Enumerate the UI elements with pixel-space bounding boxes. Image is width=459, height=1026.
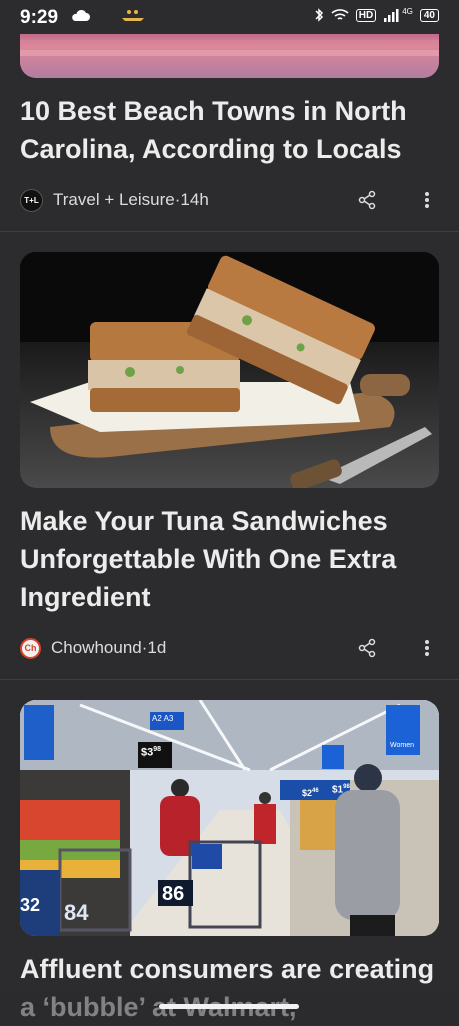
article-meta: T+L Travel + Leisure · 14h	[20, 188, 439, 212]
aisle-number: 86	[162, 883, 185, 905]
share-icon[interactable]	[357, 638, 377, 658]
article-age: 1d	[147, 638, 167, 657]
department-sign: Women	[390, 742, 414, 749]
share-icon[interactable]	[357, 190, 377, 210]
bluetooth-icon	[315, 8, 323, 22]
battery-indicator: 40	[419, 8, 439, 22]
card-divider	[0, 679, 459, 680]
more-vert-icon[interactable]	[423, 638, 431, 658]
publisher-logo[interactable]: T+L	[20, 188, 43, 212]
more-vert-icon[interactable]	[423, 190, 431, 210]
article-title[interactable]: Make Your Tuna Sandwiches Unforgettable …	[20, 502, 439, 616]
article-meta: Ch Chowhound · 1d	[20, 636, 439, 660]
article-age: 14h	[180, 190, 209, 209]
aisle-number: 32	[20, 895, 41, 915]
article-image-tuna-sandwich[interactable]	[20, 252, 439, 488]
publisher-name[interactable]: Travel + Leisure	[53, 190, 175, 210]
cloud-icon	[72, 9, 90, 21]
hd-badge: HD	[355, 8, 377, 22]
aisle-sign: A2 A3	[152, 714, 174, 723]
boat-notification-icon	[122, 10, 144, 21]
status-icons: HD 4G 40	[314, 7, 439, 23]
publisher-logo[interactable]: Ch	[20, 637, 41, 659]
card-divider	[0, 231, 459, 232]
network-type: 4G	[402, 6, 413, 16]
store-price-sign: $198	[332, 784, 350, 796]
signal-icon	[384, 9, 399, 22]
publisher-name[interactable]: Chowhound	[51, 638, 142, 658]
wifi-icon	[331, 9, 349, 20]
store-price-sign: $246	[302, 788, 319, 798]
store-price-sign: $398	[141, 746, 162, 759]
article-image-walmart-store[interactable]: $398 $198 $246 A2 A3 Women 84 86 32	[20, 700, 439, 936]
status-bar: 9:29 HD 4G 40	[0, 0, 459, 34]
article-title[interactable]: 10 Best Beach Towns in North Carolina, A…	[20, 92, 439, 168]
home-indicator-bar[interactable]	[159, 1004, 299, 1009]
aisle-number: 84	[64, 900, 89, 925]
sandwich-photo	[20, 252, 439, 488]
status-time: 9:29	[20, 7, 59, 28]
